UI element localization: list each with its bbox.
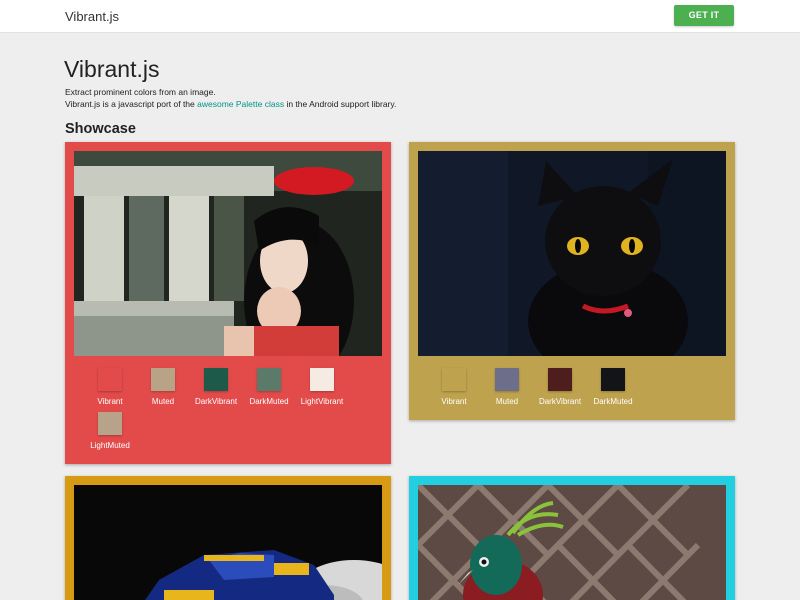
- description-line-2: Vibrant.js is a javascript port of the a…: [65, 99, 396, 109]
- description-post: in the Android support library.: [284, 99, 397, 109]
- swatch-lightvibrant: LightVibrant: [291, 368, 353, 406]
- swatch-lightmuted: LightMuted: [79, 412, 141, 450]
- description-line-1: Extract prominent colors from an image.: [65, 87, 216, 97]
- swatch-color-box: [98, 368, 122, 391]
- navbar: Vibrant.js GET IT: [0, 0, 800, 33]
- page-title: Vibrant.js: [64, 56, 160, 82]
- description-pre: Vibrant.js is a javascript port of the: [65, 99, 198, 109]
- swatch-color-box: [310, 368, 334, 391]
- swatch-color-box: [601, 368, 625, 391]
- swatch-label: LightMuted: [90, 441, 130, 450]
- girl-photo: [74, 151, 382, 356]
- swatch-darkmuted: DarkMuted: [582, 368, 644, 406]
- swatch-label: DarkMuted: [593, 397, 633, 406]
- showcase-heading: Showcase: [65, 121, 136, 137]
- showcase-card-cat: Vibrant Muted DarkVibrant DarkMuted: [409, 142, 735, 420]
- swatch-color-box: [151, 368, 175, 391]
- swatch-color-box: [257, 368, 281, 391]
- swatch-color-box: [204, 368, 228, 391]
- swatch-color-box: [442, 368, 466, 391]
- swatch-label: LightVibrant: [300, 397, 344, 406]
- brand-logo-text[interactable]: Vibrant.js: [65, 9, 119, 24]
- showcase-card-bird: [409, 476, 735, 600]
- palette-class-link[interactable]: awesome Palette class: [197, 99, 284, 109]
- black-cat-photo: [418, 151, 726, 356]
- swatch-color-box: [98, 412, 122, 435]
- swatch-color-box: [495, 368, 519, 391]
- bird-photo: [418, 485, 726, 600]
- get-it-button[interactable]: GET IT: [674, 5, 734, 26]
- showcase-card-car: [65, 476, 391, 600]
- rally-car-photo: [74, 485, 382, 600]
- swatch-color-box: [548, 368, 572, 391]
- showcase-card-girl: Vibrant Muted DarkVibrant DarkMuted LightVib…: [65, 142, 391, 464]
